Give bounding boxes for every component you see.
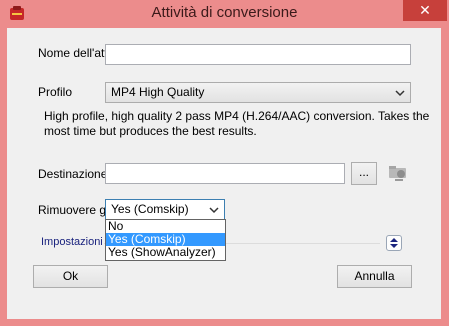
destination-label: Destinazione [38,167,108,181]
profile-description-line2: most time but produces the best results. [44,124,257,138]
task-name-label: Nome dell'attività [38,46,105,60]
profile-description-line1: High profile, high quality 2 pass MP4 (H… [44,109,430,123]
chevron-down-icon [395,90,405,97]
destination-input[interactable] [105,163,345,184]
profile-select[interactable]: MP4 High Quality [105,82,411,103]
close-button[interactable]: ✕ [403,0,447,21]
network-folder-icon[interactable] [386,162,410,182]
remove-ads-dropdown[interactable]: No Yes (Comskip) Yes (ShowAnalyzer) [105,219,226,261]
window-title: Attività di conversione [151,4,298,21]
conversion-task-window: Attività di conversione ✕ Nome dell'atti… [0,0,449,326]
remove-ads-select-value: Yes (Comskip) [111,202,189,216]
remove-ads-select[interactable]: Yes (Comskip) [105,199,225,220]
dialog-body: Nome dell'attività Profilo MP4 High Qual… [7,28,441,319]
profile-label: Profilo [38,85,73,99]
remove-ads-label: Rimuovere gli spot [38,203,105,217]
ok-button[interactable]: Ok [33,265,108,288]
close-icon: ✕ [419,2,431,18]
expand-settings-button[interactable] [386,235,402,251]
title-bar[interactable]: Attività di conversione ✕ [0,0,449,28]
collapse-expand-icon [390,238,398,248]
dropdown-option-showanalyzer[interactable]: Yes (ShowAnalyzer) [106,246,225,259]
task-name-input[interactable] [105,44,411,65]
chevron-down-icon [209,207,219,214]
settings-label: Impostazioni [41,236,103,248]
profile-description: High profile, high quality 2 pass MP4 (H… [44,109,434,139]
cancel-button[interactable]: Annulla [337,265,412,288]
browse-button[interactable]: ... [351,162,377,185]
profile-select-value: MP4 High Quality [111,85,205,99]
